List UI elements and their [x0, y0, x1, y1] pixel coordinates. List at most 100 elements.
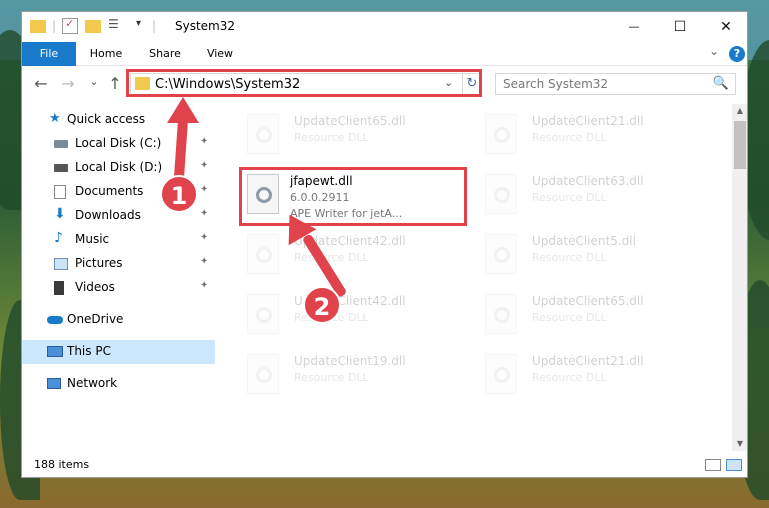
pin-icon[interactable]: ✦	[200, 160, 208, 171]
file-name: UpdateClient21.dll	[532, 354, 644, 368]
details-view-icon[interactable]	[705, 459, 721, 471]
file-name: UpdateClient63.dll	[532, 174, 644, 188]
step-badge-1: 1	[160, 175, 198, 213]
dll-file-icon	[485, 174, 517, 214]
help-icon[interactable]: ?	[729, 46, 745, 62]
recent-locations-icon[interactable]: ⌄	[84, 75, 104, 88]
file-type: Resource DLL	[294, 371, 369, 384]
separator: |	[152, 19, 157, 33]
separator: |	[52, 19, 57, 33]
drive-icon	[54, 164, 68, 172]
forward-arrow-icon[interactable]: →	[58, 74, 78, 93]
sidebar-item-label: This PC	[67, 344, 111, 358]
minimize-button[interactable]: —	[611, 12, 657, 42]
sidebar-item-music[interactable]: ♪ Music ✦	[22, 228, 215, 252]
tab-share[interactable]: Share	[142, 42, 188, 66]
new-folder-icon[interactable]	[85, 20, 101, 33]
file-tile[interactable]: UpdateClient5.dll Resource DLL	[480, 230, 710, 290]
sidebar-item-label: Network	[67, 376, 118, 390]
file-tile[interactable]: UpdateClient21.dll Resource DLL	[480, 110, 710, 170]
file-type: Resource DLL	[532, 131, 607, 144]
file-highlight	[239, 167, 467, 226]
pin-icon[interactable]: ✦	[200, 232, 208, 243]
step-badge-2: 2	[303, 286, 341, 324]
tab-view[interactable]: View	[200, 42, 240, 66]
customize-toolbar-icon[interactable]: ☰	[108, 17, 124, 33]
dll-file-icon	[485, 114, 517, 154]
dll-file-icon	[247, 354, 279, 394]
pin-icon[interactable]: ✦	[200, 184, 208, 195]
properties-icon[interactable]: ✓	[62, 17, 78, 34]
scroll-down-icon[interactable]: ▼	[732, 439, 747, 448]
dll-file-icon	[485, 294, 517, 334]
dll-file-icon	[485, 354, 517, 394]
file-name: UpdateClient19.dll	[294, 354, 406, 368]
sidebar-item-label: OneDrive	[67, 312, 124, 326]
file-list: UpdateClient65.dll Resource DLL UpdateCl…	[237, 104, 731, 450]
drive-icon	[54, 140, 68, 148]
cloud-icon	[47, 316, 63, 324]
pin-icon[interactable]: ✦	[200, 280, 208, 291]
scroll-up-icon[interactable]: ▲	[732, 106, 747, 115]
back-arrow-icon[interactable]: ←	[31, 74, 51, 93]
close-button[interactable]: ✕	[703, 12, 747, 42]
documents-icon	[54, 185, 66, 199]
file-name: UpdateClient65.dll	[294, 114, 406, 128]
file-name: UpdateClient5.dll	[532, 234, 636, 248]
large-icons-view-icon[interactable]	[726, 459, 742, 471]
sidebar-item-videos[interactable]: Videos ✦	[22, 276, 215, 300]
address-bar-highlight	[126, 69, 482, 97]
music-icon: ♪	[54, 230, 63, 246]
window-title: System32	[175, 19, 236, 33]
sidebar-item-onedrive[interactable]: OneDrive	[22, 308, 215, 332]
quick-access-dropdown-icon[interactable]: ▾	[136, 18, 141, 29]
navigation-pane: ★ Quick access Local Disk (C:) ✦ Local D…	[22, 104, 215, 441]
status-bar: 188 items	[22, 454, 747, 477]
expand-ribbon-icon[interactable]: ⌄	[709, 44, 719, 58]
sidebar-item-label: Music	[75, 232, 110, 246]
folder-icon	[30, 20, 46, 33]
videos-icon	[54, 281, 64, 295]
tab-file[interactable]: File	[22, 42, 76, 66]
search-placeholder: Search System32	[503, 77, 609, 91]
sidebar-item-label: Local Disk (C:)	[75, 136, 162, 150]
pin-icon[interactable]: ✦	[200, 208, 208, 219]
dll-file-icon	[247, 114, 279, 154]
computer-icon	[47, 346, 63, 357]
search-icon[interactable]: 🔍	[713, 76, 729, 91]
search-input[interactable]: Search System32 🔍	[495, 73, 736, 95]
file-tile[interactable]: UpdateClient63.dll Resource DLL	[480, 170, 710, 230]
maximize-button[interactable]: ☐	[657, 12, 703, 42]
file-tile[interactable]: UpdateClient21.dll Resource DLL	[480, 350, 710, 410]
file-tile[interactable]: UpdateClient65.dll Resource DLL	[242, 110, 472, 170]
dll-file-icon	[485, 234, 517, 274]
scrollbar-thumb[interactable]	[734, 121, 746, 169]
pin-icon[interactable]: ✦	[200, 256, 208, 267]
file-type: Resource DLL	[294, 131, 369, 144]
pin-icon[interactable]: ✦	[200, 136, 208, 147]
sidebar-item-network[interactable]: Network	[22, 372, 215, 396]
file-name: UpdateClient21.dll	[532, 114, 644, 128]
sidebar-item-label: Local Disk (D:)	[75, 160, 163, 174]
sidebar-item-label: Documents	[75, 184, 144, 198]
file-tile[interactable]: UpdateClient42.dll Resource DLL	[242, 290, 472, 350]
tab-home[interactable]: Home	[84, 42, 128, 66]
title-bar: | ✓ ☰ ▾ | System32 — ☐ ✕	[22, 12, 747, 42]
sidebar-item-this-pc[interactable]: This PC	[22, 340, 215, 364]
item-count: 188 items	[34, 458, 90, 471]
sidebar-item-label: Videos	[75, 280, 115, 294]
file-name: UpdateClient65.dll	[532, 294, 644, 308]
file-tile[interactable]: UpdateClient42.dll Resource DLL	[242, 230, 472, 290]
dll-file-icon	[247, 234, 279, 274]
sidebar-item-label: Quick access	[67, 112, 146, 126]
file-type: Resource DLL	[532, 191, 607, 204]
pictures-icon	[54, 258, 68, 270]
file-type: Resource DLL	[532, 371, 607, 384]
up-arrow-icon[interactable]: ↑	[105, 74, 125, 93]
dll-file-icon	[247, 294, 279, 334]
vertical-scrollbar[interactable]: ▲ ▼	[732, 104, 747, 451]
sidebar-item-pictures[interactable]: Pictures ✦	[22, 252, 215, 276]
file-tile[interactable]: UpdateClient65.dll Resource DLL	[480, 290, 710, 350]
file-tile[interactable]: UpdateClient19.dll Resource DLL	[242, 350, 472, 410]
sidebar-item-label: Downloads	[75, 208, 141, 222]
